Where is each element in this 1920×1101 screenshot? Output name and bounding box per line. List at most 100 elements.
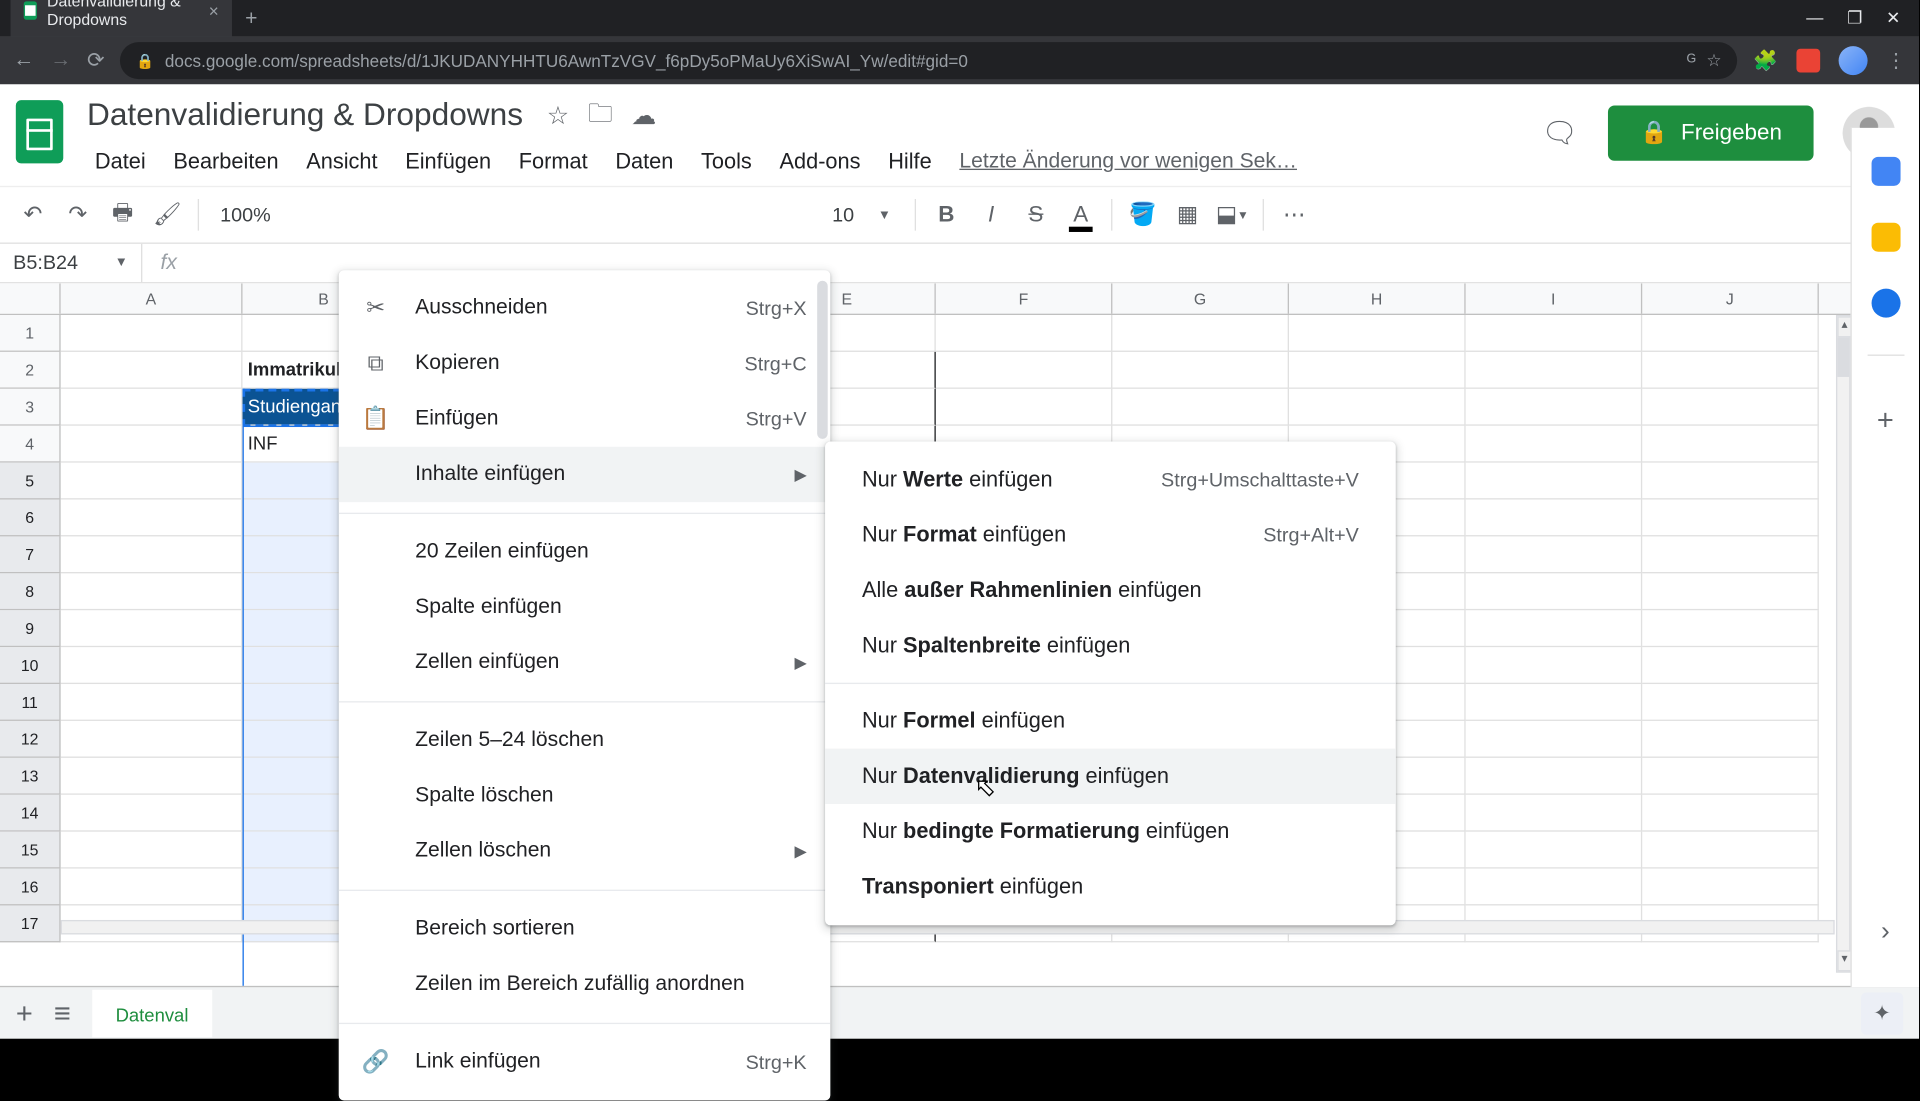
move-doc-icon[interactable]: 🗀 xyxy=(588,95,613,137)
row-header-5[interactable]: 5 xyxy=(0,463,61,500)
col-header-A[interactable]: A xyxy=(61,283,243,313)
cell-J5[interactable] xyxy=(1642,463,1819,500)
close-tab-icon[interactable]: × xyxy=(209,1,219,21)
print-button[interactable]: 🖶 xyxy=(103,195,143,235)
cell-F3[interactable] xyxy=(936,389,1113,426)
cell-G1[interactable] xyxy=(1112,315,1289,352)
calendar-sideapp-icon[interactable] xyxy=(1871,157,1900,186)
share-button[interactable]: 🔒 Freigeben xyxy=(1608,105,1813,160)
cell-I14[interactable] xyxy=(1466,795,1643,832)
paint-format-button[interactable]: 🖌 xyxy=(148,195,188,235)
redo-button[interactable]: ↷ xyxy=(58,195,98,235)
row-header-6[interactable]: 6 xyxy=(0,500,61,537)
cell-J7[interactable] xyxy=(1642,536,1819,573)
cell-I4[interactable] xyxy=(1466,426,1643,463)
menu-einfuegen[interactable]: Einfügen xyxy=(392,145,504,181)
cell-H3[interactable] xyxy=(1289,389,1466,426)
menu-item[interactable]: 20 Zeilen einfügen xyxy=(339,525,831,580)
menu-item[interactable]: 🔗Link einfügenStrg+K xyxy=(339,1035,831,1090)
cell-J10[interactable] xyxy=(1642,647,1819,684)
hide-sidepanel-button[interactable]: › xyxy=(1881,917,1890,947)
cell-J9[interactable] xyxy=(1642,610,1819,647)
cell-I16[interactable] xyxy=(1466,869,1643,906)
document-title[interactable]: Datenvalidierung & Dropdowns xyxy=(82,95,529,137)
undo-button[interactable]: ↶ xyxy=(13,195,53,235)
row-header-11[interactable]: 11 xyxy=(0,684,61,721)
menu-format[interactable]: Format xyxy=(506,145,601,181)
cell-I12[interactable] xyxy=(1466,721,1643,758)
profile-avatar-icon[interactable] xyxy=(1839,46,1868,75)
more-toolbar-button[interactable]: ⋯ xyxy=(1274,195,1314,235)
cell-J12[interactable] xyxy=(1642,721,1819,758)
gtranslate-icon[interactable]: ᴳ xyxy=(1687,50,1696,71)
submenu-item[interactable]: Alle außer Rahmenlinien einfügen xyxy=(825,563,1396,618)
row-header-7[interactable]: 7 xyxy=(0,536,61,573)
menu-addons[interactable]: Add-ons xyxy=(766,145,873,181)
cell-A15[interactable] xyxy=(61,832,243,869)
submenu-item[interactable]: Nur Spaltenbreite einfügen xyxy=(825,618,1396,673)
menu-item[interactable]: Zeilen im Bereich zufällig anordnen xyxy=(339,957,831,1012)
col-header-J[interactable]: J xyxy=(1642,283,1819,313)
maximize-icon[interactable]: ❐ xyxy=(1847,8,1862,29)
cell-J8[interactable] xyxy=(1642,573,1819,610)
submenu-item[interactable]: Nur Datenvalidierung einfügen xyxy=(825,749,1396,804)
row-header-17[interactable]: 17 xyxy=(0,905,61,942)
cell-A7[interactable] xyxy=(61,536,243,573)
menu-datei[interactable]: Datei xyxy=(82,145,159,181)
col-header-G[interactable]: G xyxy=(1112,283,1289,313)
row-header-3[interactable]: 3 xyxy=(0,389,61,426)
menu-item[interactable]: Spalte einfügen xyxy=(339,580,831,635)
comments-icon[interactable]: 🗨 xyxy=(1540,113,1580,153)
row-header-10[interactable]: 10 xyxy=(0,647,61,684)
cell-J6[interactable] xyxy=(1642,500,1819,537)
menu-ansicht[interactable]: Ansicht xyxy=(293,145,391,181)
add-sheet-button[interactable]: + xyxy=(16,996,33,1030)
bold-button[interactable]: B xyxy=(927,195,967,235)
chrome-menu-icon[interactable]: ⋮ xyxy=(1886,49,1906,73)
submenu-item[interactable]: Nur Formel einfügen xyxy=(825,693,1396,748)
add-sideapp-button[interactable]: + xyxy=(1877,403,1894,437)
cell-J15[interactable] xyxy=(1642,832,1819,869)
cell-A12[interactable] xyxy=(61,721,243,758)
cell-J14[interactable] xyxy=(1642,795,1819,832)
menu-item[interactable]: Zellen löschen▶ xyxy=(339,824,831,879)
cell-I2[interactable] xyxy=(1466,352,1643,389)
extensions-icon[interactable]: 🧩 xyxy=(1753,49,1778,73)
row-header-12[interactable]: 12 xyxy=(0,721,61,758)
cell-J4[interactable] xyxy=(1642,426,1819,463)
italic-button[interactable]: I xyxy=(971,195,1011,235)
new-tab-button[interactable]: + xyxy=(232,3,271,37)
cell-I13[interactable] xyxy=(1466,758,1643,795)
reload-button[interactable]: ⟳ xyxy=(87,47,105,73)
sheets-logo[interactable] xyxy=(11,95,69,169)
menu-bearbeiten[interactable]: Bearbeiten xyxy=(160,145,292,181)
submenu-item[interactable]: Transponiert einfügen xyxy=(825,859,1396,914)
menu-item[interactable]: Zeilen 5–24 löschen xyxy=(339,713,831,768)
ext-icon-1[interactable] xyxy=(1796,49,1820,73)
menu-item[interactable]: Zellen einfügen▶ xyxy=(339,635,831,690)
name-box-dropdown-icon[interactable]: ▼ xyxy=(115,256,128,270)
menu-item[interactable]: ✂AusschneidenStrg+X xyxy=(339,281,831,336)
menu-tools[interactable]: Tools xyxy=(688,145,765,181)
cell-I8[interactable] xyxy=(1466,573,1643,610)
cell-A3[interactable] xyxy=(61,389,243,426)
cell-J16[interactable] xyxy=(1642,869,1819,906)
col-header-I[interactable]: I xyxy=(1466,283,1643,313)
cell-A10[interactable] xyxy=(61,647,243,684)
cell-I11[interactable] xyxy=(1466,684,1643,721)
star-icon[interactable]: ☆ xyxy=(1706,50,1721,71)
keep-sideapp-icon[interactable] xyxy=(1871,223,1900,252)
row-header-1[interactable]: 1 xyxy=(0,315,61,352)
cell-A4[interactable] xyxy=(61,426,243,463)
col-header-H[interactable]: H xyxy=(1289,283,1466,313)
row-header-16[interactable]: 16 xyxy=(0,869,61,906)
back-button[interactable]: ← xyxy=(13,49,34,73)
cell-F1[interactable] xyxy=(936,315,1113,352)
cell-A9[interactable] xyxy=(61,610,243,647)
font-size-select[interactable]: 10 ▼ xyxy=(819,204,904,226)
row-header-15[interactable]: 15 xyxy=(0,832,61,869)
menu-item[interactable]: ⧉KopierenStrg+C xyxy=(339,336,831,391)
row-header-13[interactable]: 13 xyxy=(0,758,61,795)
cell-A14[interactable] xyxy=(61,795,243,832)
submenu-item[interactable]: Nur bedingte Formatierung einfügen xyxy=(825,804,1396,859)
